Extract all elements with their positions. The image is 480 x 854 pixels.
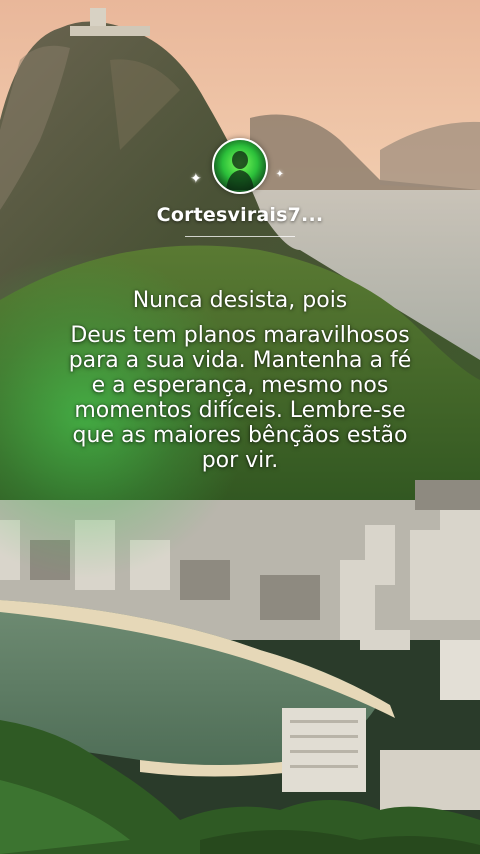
username[interactable]: Cortesvirais7... xyxy=(157,204,324,226)
profile-header: ✦ ✦ Cortesvirais7... xyxy=(0,138,480,237)
divider xyxy=(185,236,295,237)
sparkle-icon: ✦ xyxy=(275,169,284,180)
sparkle-icon: ✦ xyxy=(190,171,202,187)
avatar-wrapper[interactable]: ✦ ✦ xyxy=(190,138,284,194)
quote-first-line: Nunca desista, pois xyxy=(132,288,348,313)
quote-body: Deus tem planos maravilhosos para a sua … xyxy=(68,323,412,473)
green-avatar-icon[interactable] xyxy=(212,138,268,194)
avatar-figure-icon xyxy=(226,151,254,190)
quote-text: Nunca desista, pois Deus tem planos mara… xyxy=(60,288,420,473)
